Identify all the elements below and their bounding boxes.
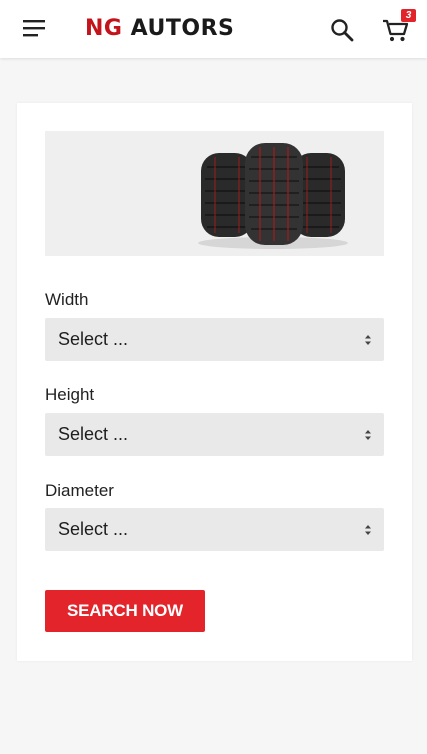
width-select-value: Select ... [58,329,129,349]
select-arrows-icon [365,335,371,345]
diameter-select[interactable]: Select ... [45,508,384,551]
height-label: Height [45,385,95,404]
menu-icon[interactable] [23,19,46,37]
logo-text-autors: AUTORS [130,16,235,41]
height-select-value: Select ... [58,424,129,444]
tire-image [198,143,348,249]
width-select[interactable]: Select ... [45,318,384,361]
logo-text-ng: NG [85,16,123,41]
width-label: Width [45,290,89,309]
brand-logo[interactable]: NG AUTORS [85,16,234,42]
tire-finder-card: Width Select ... Height Select ... Diame… [17,103,412,661]
select-arrows-icon [365,525,371,535]
search-now-button[interactable]: SEARCH NOW [45,590,205,632]
diameter-label: Diameter [45,481,114,500]
height-select[interactable]: Select ... [45,413,384,456]
select-arrows-icon [365,430,371,440]
diameter-select-value: Select ... [58,519,129,539]
tire-banner [45,131,384,256]
cart-count-badge: 3 [401,9,416,22]
search-icon[interactable] [330,18,354,42]
app-header: NG AUTORS 3 [0,0,427,58]
cart-button[interactable]: 3 [381,9,416,44]
